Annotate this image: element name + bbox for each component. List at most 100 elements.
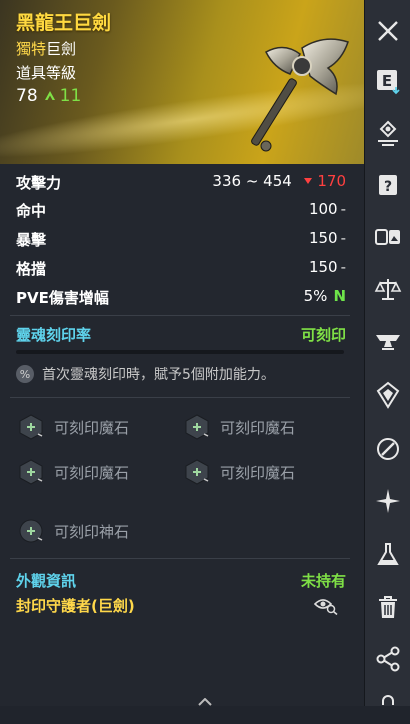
soul-engrave-note: % 首次靈魂刻印時，賦予5個附加能力。 [16, 364, 346, 384]
slot-label: 可刻印魔石 [54, 463, 130, 482]
discard-button[interactable] [371, 590, 405, 624]
item-name: 黑龍王巨劍 [16, 12, 112, 34]
soul-engrave-progress [16, 350, 344, 354]
new-badge: N [333, 287, 346, 305]
stat-label: PVE傷害增幅 [16, 289, 109, 307]
scroll-button[interactable]: ? [371, 168, 405, 202]
star-burst-icon [376, 489, 400, 513]
level-up-indicator: 11 [44, 86, 82, 106]
scroll-indicator-icon [198, 698, 212, 706]
svg-text:?: ? [384, 179, 392, 195]
magic-stone-slot[interactable]: 可刻印魔石 [18, 459, 129, 485]
stat-row-attack: 攻擊力 336 ~ 454 170 [16, 172, 346, 194]
magic-stone-slot-icon [19, 459, 43, 485]
locate-button[interactable] [371, 116, 405, 150]
stat-dash: - [340, 258, 346, 276]
lock-icon [382, 695, 394, 705]
pve-value: 5% [303, 287, 328, 305]
stat-value: 150- [309, 258, 346, 276]
stat-value: 336 ~ 454 170 [212, 172, 346, 190]
compare-button[interactable] [371, 220, 405, 254]
rarity-type: 巨劍 [46, 40, 77, 58]
item-level-label: 道具等級 [16, 64, 77, 82]
crest-button[interactable] [371, 378, 405, 412]
scroll-icon: ? [379, 175, 397, 195]
level-up-value: 11 [59, 86, 82, 106]
slot-label: 可刻印魔石 [54, 418, 130, 437]
appearance-label: 外觀資訊 [16, 572, 77, 590]
arrow-down-icon [303, 178, 312, 184]
link-icon [377, 438, 399, 460]
crest-icon [376, 381, 400, 409]
magic-stone-slot-icon [185, 414, 209, 440]
equip-icon: E [377, 70, 400, 95]
soul-engrave-label: 靈魂刻印率 [16, 326, 92, 344]
magic-stone-slot-icon [185, 459, 209, 485]
upgrade-button[interactable] [371, 324, 405, 358]
link-button[interactable] [371, 432, 405, 466]
item-header: 黑龍王巨劍 獨特巨劍 道具等級 78 11 [0, 0, 364, 164]
attack-diff-value: 170 [317, 172, 346, 190]
block-value: 150 [308, 258, 338, 276]
close-icon [378, 21, 398, 41]
appearance-item-name: 封印守護者(巨劍) [16, 597, 135, 615]
magic-stone-slot[interactable]: 可刻印魔石 [18, 414, 129, 440]
crit-value: 150 [308, 229, 338, 247]
soul-engrave-status: 可刻印 [300, 326, 346, 344]
appraise-button[interactable] [371, 272, 405, 306]
stat-dash: - [340, 200, 346, 218]
lock-button[interactable] [371, 690, 405, 724]
item-detail-panel: 黑龍王巨劍 獨特巨劍 道具等級 78 11 攻擊力 336 ~ 454 170 … [0, 0, 364, 706]
magic-stone-slot-icon [19, 414, 43, 440]
arrow-up-icon [44, 91, 55, 100]
divider [10, 315, 350, 316]
anvil-icon [376, 335, 400, 350]
stat-row-pve: PVE傷害增幅 5% N [16, 287, 346, 309]
stat-label: 命中 [16, 202, 47, 220]
soul-engrave-row: 靈魂刻印率 可刻印 [16, 324, 346, 346]
magic-stone-slot[interactable]: 可刻印魔石 [184, 414, 295, 440]
stat-label: 暴擊 [16, 231, 47, 249]
stat-row-block: 格擋 150- [16, 258, 346, 280]
item-level-row: 78 11 [16, 86, 81, 106]
share-icon [376, 646, 400, 672]
close-button[interactable] [371, 14, 405, 48]
scale-icon [374, 279, 402, 300]
divider [10, 397, 350, 398]
percent-icon: % [16, 365, 34, 383]
trash-icon [379, 596, 397, 618]
item-level-value: 78 [16, 86, 38, 106]
equip-button[interactable]: E [371, 64, 405, 98]
stat-dash: - [340, 229, 346, 247]
attack-diff: 170 [297, 172, 346, 190]
slot-label: 可刻印魔石 [220, 463, 296, 482]
alchemy-button[interactable] [371, 538, 405, 572]
compare-icon [375, 229, 400, 245]
divider [10, 558, 350, 559]
magic-stone-slot[interactable]: 可刻印魔石 [184, 459, 295, 485]
hit-value: 100 [308, 200, 338, 218]
greatsword-image [251, 38, 349, 152]
stat-value: 100- [309, 200, 346, 218]
slot-label: 可刻印魔石 [220, 418, 296, 437]
enchant-button[interactable] [371, 484, 405, 518]
stat-label: 攻擊力 [16, 174, 62, 192]
share-button[interactable] [371, 642, 405, 676]
stat-value: 5% N [304, 287, 346, 305]
soul-engrave-note-text: 首次靈魂刻印時，賦予5個附加能力。 [42, 367, 275, 383]
divine-stone-slot-icon [19, 519, 43, 543]
location-pin-icon [378, 120, 398, 146]
stat-row-hit: 命中 100- [16, 200, 346, 222]
stat-label: 格擋 [16, 260, 47, 278]
rarity-prefix: 獨特 [16, 40, 47, 58]
item-rarity: 獨特巨劍 [16, 38, 76, 59]
divine-stone-slot[interactable]: 可刻印神石 [18, 518, 129, 544]
stat-value: 150- [309, 229, 346, 247]
attack-range: 336 ~ 454 [212, 172, 292, 190]
appearance-status: 未持有 [300, 572, 346, 590]
stat-row-crit: 暴擊 150- [16, 229, 346, 251]
preview-eye-icon[interactable] [314, 595, 338, 615]
flask-icon [377, 543, 399, 565]
slot-label: 可刻印神石 [54, 522, 130, 541]
action-sidebar: E ? [364, 0, 410, 706]
